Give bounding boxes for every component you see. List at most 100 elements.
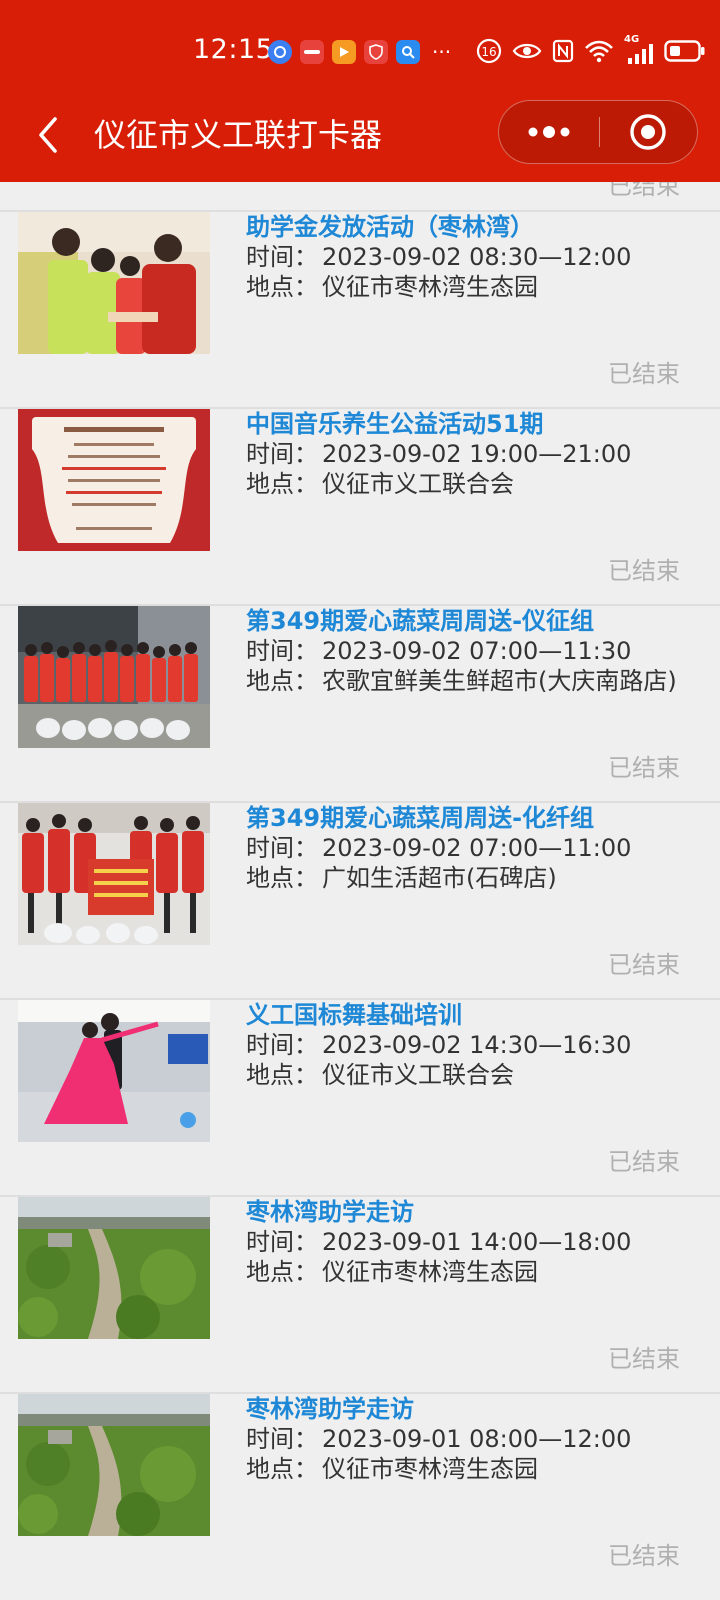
event-title[interactable]: 第349期爱心蔬菜周周送-化纤组 xyxy=(246,803,686,833)
field-path-photo xyxy=(18,1394,210,1536)
search-notification-icon xyxy=(396,40,420,64)
event-info: 枣林湾助学走访 时间： 2023-09-01 08:00—12:00 地点： 仪征市… xyxy=(246,1394,686,1484)
event-time: 时间： 2023-09-02 07:00—11:30 xyxy=(246,636,686,666)
system-icons: 16 4G xyxy=(476,34,706,64)
event-card[interactable]: 枣林湾助学走访 时间： 2023-09-01 14:00—18:00 地点： 仪征市… xyxy=(0,1195,720,1392)
event-card[interactable]: 义工国标舞基础培训 时间： 2023-09-02 14:30—16:30 地点：仪… xyxy=(0,998,720,1195)
event-place: 地点： 仪征市枣林湾生态园 xyxy=(246,1454,686,1484)
chevron-left-icon xyxy=(39,117,57,153)
event-info: 中国音乐养生公益活动51期 时间： 2023-09-02 19:00—21:00 … xyxy=(246,409,686,499)
place-label: 地点： xyxy=(246,1061,318,1089)
place-label: 地点： xyxy=(246,470,318,498)
title-bar: 仪征市义工联打卡器 xyxy=(0,100,720,182)
event-title[interactable]: 义工国标舞基础培训 xyxy=(246,1000,686,1030)
event-status: 已结束 xyxy=(608,1345,680,1373)
video-notification-icon xyxy=(332,40,356,64)
browser-notification-icon xyxy=(268,40,292,64)
event-info: 第349期爱心蔬菜周周送-化纤组 时间： 2023-09-02 07:00—11:… xyxy=(246,803,686,893)
app-notification-icon xyxy=(300,40,324,64)
event-status: 已结束 xyxy=(608,1542,680,1570)
event-title[interactable]: 枣林湾助学走访 xyxy=(246,1394,686,1424)
place-label: 地点： xyxy=(246,273,318,301)
time-value: 2023-09-02 08:30—12:00 xyxy=(322,243,632,271)
volunteers-handing-out-photo xyxy=(18,212,210,354)
place-label: 地点： xyxy=(246,864,318,892)
battery-icon xyxy=(664,40,705,62)
svg-text:16: 16 xyxy=(481,45,496,59)
group-banner-photo xyxy=(18,803,210,945)
place-value: 仪征市义工联合会 xyxy=(322,1061,514,1089)
event-status: 已结束 xyxy=(608,1148,680,1176)
event-status: 已结束 xyxy=(608,754,680,782)
place-value: 仪征市枣林湾生态园 xyxy=(322,1455,538,1483)
back-button[interactable] xyxy=(28,110,68,160)
event-title[interactable]: 助学金发放活动（枣林湾） xyxy=(246,212,686,242)
target-close-icon xyxy=(630,113,666,150)
place-value: 仪征市枣林湾生态园 xyxy=(322,273,538,301)
place-value: 广如生活超市(石碑店) xyxy=(322,864,557,892)
mini-program-capsule xyxy=(498,100,698,164)
event-place: 地点： 广如生活超市(石碑店) xyxy=(246,863,686,893)
status-bar: 12:15 ··· 16 4G xyxy=(0,0,720,100)
eye-icon xyxy=(512,43,542,59)
event-card[interactable]: 第349期爱心蔬菜周周送-化纤组 时间： 2023-09-02 07:00—11:… xyxy=(0,801,720,998)
time-value: 2023-09-01 14:00—18:00 xyxy=(322,1228,632,1256)
cellular-signal-icon: 4G xyxy=(624,34,654,64)
wifi-icon xyxy=(585,40,613,63)
nfc-icon xyxy=(552,39,574,63)
place-value: 仪征市枣林湾生态园 xyxy=(322,1258,538,1286)
group-vegetables-photo xyxy=(18,606,210,748)
more-dots-icon xyxy=(528,125,570,138)
app-header: 12:15 ··· 16 4G 仪征市义工联打卡器 xyxy=(0,0,720,182)
event-status: 已结束 xyxy=(608,557,680,585)
place-label: 地点： xyxy=(246,1455,318,1483)
event-card[interactable]: 枣林湾助学走访 时间： 2023-09-01 08:00—12:00 地点： 仪征市… xyxy=(0,1392,720,1589)
event-place: 地点： 仪征市枣林湾生态园 xyxy=(246,272,686,302)
event-time: 时间： 2023-09-01 14:00—18:00 xyxy=(246,1227,686,1257)
event-title[interactable]: 第349期爱心蔬菜周周送-仪征组 xyxy=(246,606,686,636)
poster-photo xyxy=(18,409,210,551)
notification-icons: ··· xyxy=(268,40,451,64)
time-label: 时间： xyxy=(246,243,318,271)
dance-photo xyxy=(18,1000,210,1142)
time-label: 时间： xyxy=(246,1031,318,1059)
event-place: 地点： 仪征市枣林湾生态园 xyxy=(246,1257,686,1287)
event-status: 已结束 xyxy=(608,951,680,979)
shield-notification-icon xyxy=(364,40,388,64)
time-label: 时间： xyxy=(246,834,318,862)
event-card[interactable]: 第349期爱心蔬菜周周送-仪征组 时间： 2023-09-02 07:00—11:… xyxy=(0,604,720,801)
event-title[interactable]: 枣林湾助学走访 xyxy=(246,1197,686,1227)
event-title[interactable]: 中国音乐养生公益活动51期 xyxy=(246,409,686,439)
time-label: 时间： xyxy=(246,440,318,468)
event-info: 义工国标舞基础培训 时间： 2023-09-02 14:30—16:30 地点：仪… xyxy=(246,1000,686,1090)
event-place: 地点： 仪征市义工联合会 xyxy=(246,1060,686,1090)
place-label: 地点： xyxy=(246,1258,318,1286)
page-title: 仪征市义工联打卡器 xyxy=(94,116,383,154)
time-value: 2023-09-02 07:00—11:30 xyxy=(322,637,632,665)
more-menu-button[interactable] xyxy=(499,101,599,162)
event-time: 时间： 2023-09-02 07:00—11:00 xyxy=(246,833,686,863)
place-value: 仪征市义工联合会 xyxy=(322,470,514,498)
time-label: 时间： xyxy=(246,637,318,665)
event-place: 地点： 农歌宜鲜美生鲜超市(大庆南路店) xyxy=(246,666,686,696)
event-status: 已结束 xyxy=(608,360,680,388)
event-info: 第349期爱心蔬菜周周送-仪征组 时间： 2023-09-02 07:00—11:… xyxy=(246,606,686,696)
event-info: 枣林湾助学走访 时间： 2023-09-01 14:00—18:00 地点： 仪征市… xyxy=(246,1197,686,1287)
event-time: 时间： 2023-09-02 08:30—12:00 xyxy=(246,242,686,272)
event-card[interactable]: 助学金发放活动（枣林湾） 时间： 2023-09-02 08:30—12:00 地… xyxy=(0,210,720,407)
time-label: 时间： xyxy=(246,1425,318,1453)
event-place: 地点： 仪征市义工联合会 xyxy=(246,469,686,499)
event-info: 助学金发放活动（枣林湾） 时间： 2023-09-02 08:30—12:00 地… xyxy=(246,212,686,302)
event-time: 时间： 2023-09-02 14:30—16:30 xyxy=(246,1030,686,1060)
field-path-photo xyxy=(18,1197,210,1339)
event-list: 助学金发放活动（枣林湾） 时间： 2023-09-02 08:30—12:00 地… xyxy=(0,210,720,1589)
place-label: 地点： xyxy=(246,667,318,695)
event-time: 时间： 2023-09-01 08:00—12:00 xyxy=(246,1424,686,1454)
time-value: 2023-09-01 08:00—12:00 xyxy=(322,1425,632,1453)
event-time: 时间： 2023-09-02 19:00—21:00 xyxy=(246,439,686,469)
event-card[interactable]: 中国音乐养生公益活动51期 时间： 2023-09-02 19:00—21:00 … xyxy=(0,407,720,604)
hd-call-icon: 16 xyxy=(476,38,502,64)
more-notifications-icon: ··· xyxy=(432,40,452,64)
time-value: 2023-09-02 07:00—11:00 xyxy=(322,834,632,862)
close-mini-program-button[interactable] xyxy=(600,101,696,162)
